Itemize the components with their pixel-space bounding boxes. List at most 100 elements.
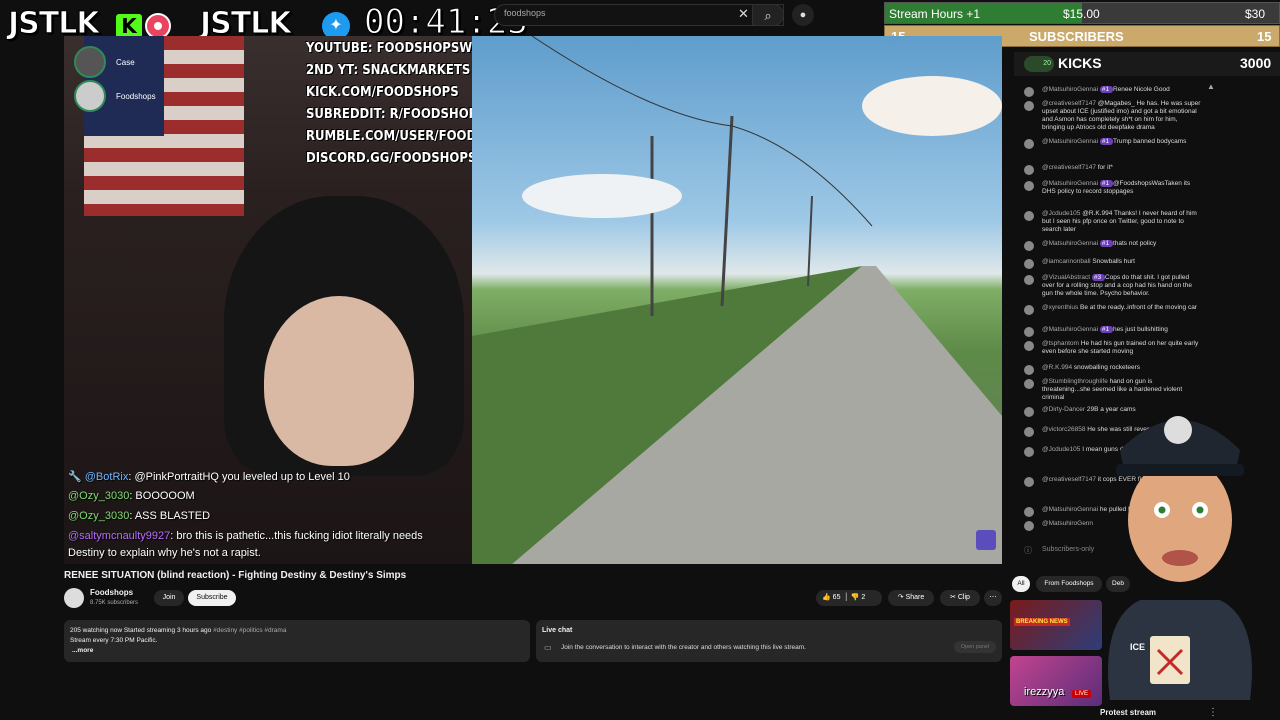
avatar[interactable] — [1024, 211, 1034, 221]
chat-user: @Ozy_3030 — [68, 490, 130, 502]
avatar[interactable] — [1024, 379, 1034, 389]
kick-avatar-chip: 20 — [1024, 56, 1054, 72]
dislike-icon[interactable]: 👎 — [851, 594, 860, 601]
more-actions-button[interactable]: ⋯ — [984, 590, 1002, 606]
info-icon: ⓘ — [1024, 546, 1032, 555]
chat-text: : bro this is pathetic...this fucking id… — [170, 530, 423, 542]
avatar[interactable] — [1024, 101, 1034, 111]
chat-username[interactable]: @creativeself7147 — [1042, 164, 1098, 171]
chat-username[interactable]: @Jcdude105 — [1042, 446, 1082, 453]
subscribers-only-notice: Subscribers-only — [1042, 546, 1095, 553]
chat-message-text: Be at the ready..infront of the moving c… — [1080, 304, 1197, 311]
channel-name[interactable]: Foodshops — [90, 588, 133, 597]
avatar[interactable] — [1024, 407, 1034, 417]
more-options-icon[interactable]: ⋮ — [1208, 707, 1218, 718]
avatar[interactable] — [1024, 305, 1034, 315]
avatar[interactable] — [1024, 139, 1034, 149]
chat-username[interactable]: @MatsuhiroGennai — [1042, 180, 1100, 187]
subscribe-button[interactable]: Subscribe — [188, 590, 236, 606]
chat-username[interactable]: @iamcannonball — [1042, 258, 1092, 265]
stats-text: 205 watching now Started streaming 3 hou… — [70, 627, 212, 634]
like-dislike-group[interactable]: 👍 65 │ 👎 2 — [816, 590, 882, 606]
chat-message: @R.K.994 snowballing rocketeers — [1042, 364, 1202, 372]
like-icon[interactable]: 👍 — [822, 594, 831, 601]
video-thumbnail[interactable]: irezzyya LIVE — [1010, 656, 1102, 706]
chat-message: @Jcdude105 @R.K.994 Thanks! I never hear… — [1042, 210, 1202, 234]
join-button[interactable]: Join — [154, 590, 184, 606]
ice-officer-mascot — [1108, 416, 1252, 700]
goal-target: $30 — [1245, 7, 1266, 21]
avatar[interactable] — [1024, 259, 1034, 269]
chat-message-text: hes just bullshitting — [1112, 326, 1168, 333]
chat-username[interactable]: @MatsuhiroGennai — [1042, 86, 1100, 93]
avatar[interactable] — [1024, 521, 1034, 531]
video-thumbnail[interactable]: BREAKING NEWS — [1010, 600, 1102, 650]
description-box[interactable]: 205 watching now Started streaming 3 hou… — [64, 620, 530, 662]
live-chat-title: Live chat — [542, 627, 573, 634]
chat-username[interactable]: @Stumblingthroughlife — [1042, 378, 1110, 385]
avatar[interactable] — [1024, 87, 1034, 97]
chat-message: @creativeself7147 @Magabes_ He has. He w… — [1042, 100, 1202, 132]
avatar[interactable] — [1024, 241, 1034, 251]
avatar[interactable] — [1024, 275, 1034, 285]
chat-message: @VizualAbstract #3 Cops do that shit. I … — [1042, 274, 1202, 298]
open-panel-button[interactable]: Open panel — [954, 641, 996, 653]
avatar[interactable] — [1024, 365, 1034, 375]
chat-username[interactable]: @xyrenthius — [1042, 304, 1080, 311]
kicks-label: KICKS — [1058, 55, 1102, 71]
search-button[interactable]: ⌕ — [752, 4, 784, 26]
live-chat-box: Live chat ▭ Join the conversation to int… — [536, 620, 1002, 662]
stream-chat-line: @Ozy_3030: BOOOOOM — [68, 490, 472, 502]
subs-label: SUBSCRIBERS — [1029, 29, 1124, 44]
like-count: 65 — [832, 594, 841, 601]
chat-username[interactable]: @MatsuhiroGennai — [1042, 240, 1100, 247]
chat-message-text: snowballing rocketeers — [1073, 364, 1141, 371]
tab-all[interactable]: All — [1012, 576, 1030, 592]
chat-username[interactable]: @Dirty-Dancer — [1042, 406, 1087, 413]
kicks-row: 20 KICKS 3000 — [1014, 52, 1280, 76]
rank-badge: #1 — [1099, 180, 1113, 187]
avatar[interactable] — [1024, 507, 1034, 517]
chat-username[interactable]: @Jcdude105 — [1042, 210, 1082, 217]
avatar[interactable] — [1024, 341, 1034, 351]
avatar[interactable] — [1024, 477, 1034, 487]
recommended-title[interactable]: Protest stream — [1100, 708, 1156, 717]
chat-username[interactable]: @MatsuhiroGennai — [1042, 138, 1100, 145]
share-icon: ↷ — [897, 594, 906, 601]
more-link[interactable]: ...more — [72, 647, 93, 654]
cam-user-case[interactable]: Case — [74, 46, 135, 78]
chat-message-text: for it* — [1097, 164, 1113, 171]
stream-chat-line: @saltymcnaulty9927: bro this is pathetic… — [68, 530, 472, 542]
streamer-avatar-icon — [976, 530, 996, 550]
chat-message: @creativeself7147 for it* — [1042, 164, 1202, 172]
mic-button[interactable]: ● — [792, 4, 814, 26]
avatar[interactable] — [1024, 327, 1034, 337]
avatar[interactable] — [1024, 181, 1034, 191]
road-illustration — [472, 36, 1002, 564]
avatar[interactable] — [1024, 427, 1034, 437]
chat-username[interactable]: @tsphantom — [1042, 340, 1081, 347]
hashtags[interactable]: #destiny #politics #drama — [213, 627, 286, 634]
share-button[interactable]: ↷ Share — [888, 590, 934, 606]
chat-username[interactable]: @victorc26858 — [1042, 426, 1087, 433]
avatar[interactable] — [1024, 447, 1034, 457]
cam-user-foodshops[interactable]: Foodshops — [74, 80, 156, 112]
chat-message: @MatsuhiroGennai #1 hes just bullshittin… — [1042, 326, 1202, 334]
chat-message: @iamcannonball Snowballs hurt — [1042, 258, 1202, 266]
chat-text: : @PinkPortraitHQ you leveled up to Leve… — [128, 471, 350, 483]
chat-username[interactable]: @MatsuhiroGennai — [1042, 326, 1100, 333]
scissors-icon: ✂ — [950, 594, 958, 601]
chat-username[interactable]: @MatsuhiroGenn — [1042, 520, 1093, 527]
channel-avatar[interactable] — [64, 588, 84, 608]
clear-search-icon[interactable]: ✕ — [738, 6, 749, 22]
goal-amount: $15.00 — [1063, 7, 1100, 21]
anime-scenery — [472, 36, 1002, 564]
avatar[interactable] — [1024, 165, 1034, 175]
chat-username[interactable]: @creativeself7147 — [1042, 100, 1098, 107]
chat-username[interactable]: @VizualAbstract — [1042, 274, 1092, 281]
clip-button[interactable]: ✂ Clip — [940, 590, 980, 606]
chat-username[interactable]: @R.K.994 — [1042, 364, 1074, 371]
scroll-up-icon[interactable]: ▲ — [1207, 82, 1215, 91]
chat-user: @BotRix — [84, 471, 129, 483]
video-player[interactable]: Case Foodshops 🔧 @BotRix: @PinkPortraitH… — [64, 36, 1002, 564]
